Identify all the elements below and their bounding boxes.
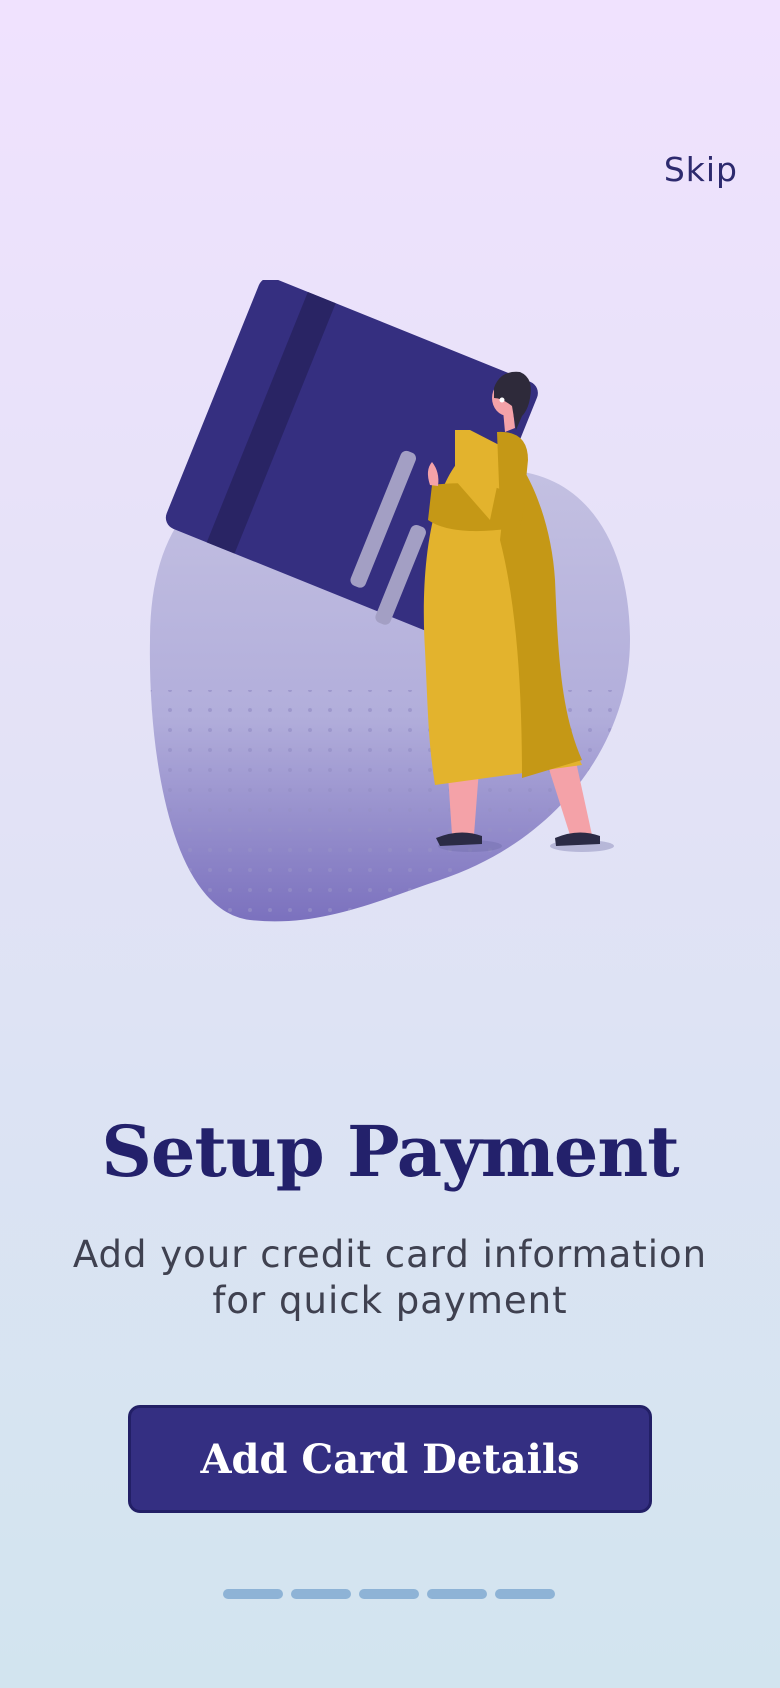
page-dot bbox=[223, 1589, 283, 1599]
payment-illustration bbox=[149, 280, 630, 922]
page-dot bbox=[291, 1589, 351, 1599]
page-dot bbox=[359, 1589, 419, 1599]
skip-button[interactable]: Skip bbox=[664, 150, 738, 189]
page-dot bbox=[427, 1589, 487, 1599]
page-subtitle: Add your credit card information for qui… bbox=[72, 1233, 708, 1322]
page-title: Setup Payment bbox=[101, 1110, 679, 1193]
pagination-indicator bbox=[223, 1589, 555, 1599]
add-card-details-button[interactable]: Add Card Details bbox=[128, 1405, 652, 1513]
page-dot bbox=[495, 1589, 555, 1599]
